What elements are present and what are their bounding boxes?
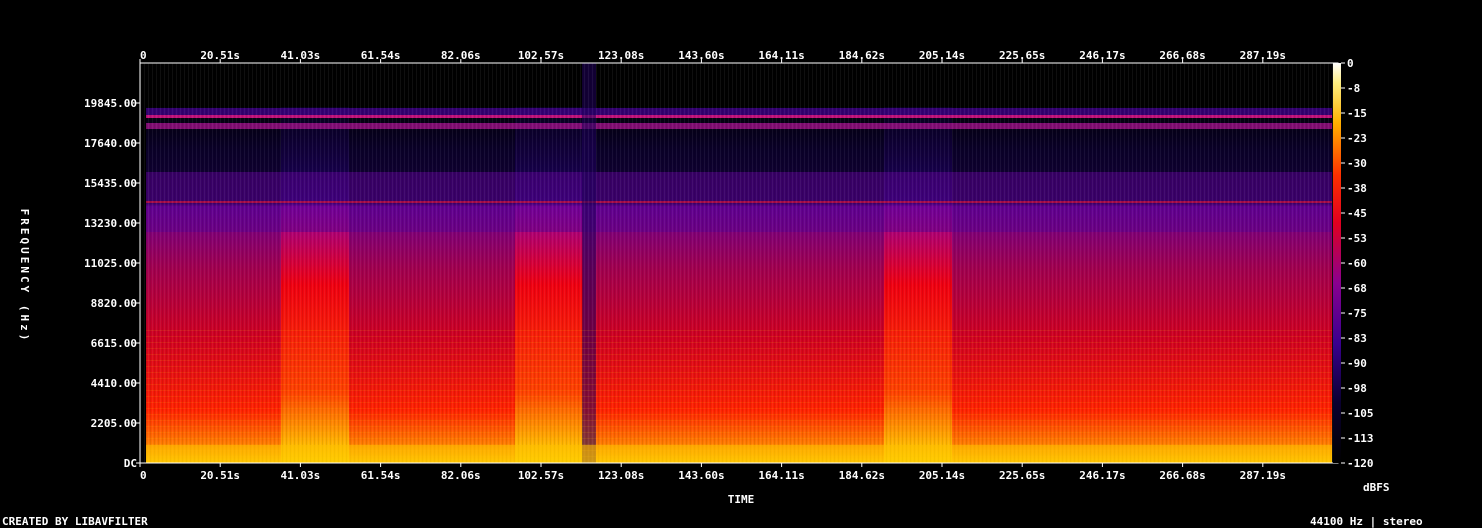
x-top-tick-label: 266.68s	[1159, 49, 1205, 62]
y-tick-label: 2205.00	[91, 417, 137, 430]
y-axis: DC 2205.00 4410.00 6615.00 8820.00 11025.00 13…	[84, 97, 140, 470]
colorbar: 0 -8 -15 -23 -30 -38 -45 -53 -60 -68 -75 -83 -90 -98 -…	[1333, 57, 1374, 470]
credit-text: CREATED BY LIBAVFILTER	[2, 515, 148, 528]
colorbar-tick-label: -8	[1347, 82, 1360, 95]
x-top-tick-label: 41.03s	[281, 49, 321, 62]
colorbar-tick-label: 0	[1347, 57, 1354, 70]
x-bottom-tick-label: 246.17s	[1079, 469, 1125, 482]
x-top-tick-label: 143.60s	[678, 49, 724, 62]
x-bottom-tick-label: 164.11s	[758, 469, 804, 482]
x-top-tick-label: 123.08s	[598, 49, 644, 62]
x-bottom-tick-label: 123.08s	[598, 469, 644, 482]
y-tick-label: 6615.00	[91, 337, 137, 350]
x-axis-label: TIME	[728, 493, 755, 506]
sample-info-text: 44100 Hz | stereo	[1310, 515, 1423, 528]
colorbar-tick-label: -15	[1347, 107, 1367, 120]
colorbar-tick-label: -53	[1347, 232, 1367, 245]
x-top-tick-label: 82.06s	[441, 49, 481, 62]
x-bottom-tick-label: 61.54s	[361, 469, 401, 482]
x-bottom-tick-label: 266.68s	[1159, 469, 1205, 482]
x-top-tick-label: 102.57s	[518, 49, 564, 62]
y-tick-label: 13230.00	[84, 217, 137, 230]
y-tick-label: 19845.00	[84, 97, 137, 110]
colorbar-tick-label: -45	[1347, 207, 1367, 220]
y-tick-label: 4410.00	[91, 377, 137, 390]
x-bottom-tick-label: 0	[140, 469, 147, 482]
colorbar-tick-label: -75	[1347, 307, 1367, 320]
x-top-tick-label: 184.62s	[839, 49, 885, 62]
colorbar-tick-label: -30	[1347, 157, 1367, 170]
colorbar-tick-label: -90	[1347, 357, 1367, 370]
x-bottom-tick-label: 287.19s	[1240, 469, 1286, 482]
y-tick-label: 8820.00	[91, 297, 137, 310]
x-bottom-tick-label: 184.62s	[839, 469, 885, 482]
y-tick-label: 17640.00	[84, 137, 137, 150]
x-axis-bottom: 0 20.51s 41.03s 61.54s 82.06s 102.57s 123.08s 1…	[139, 463, 1286, 482]
colorbar-tick-label: -83	[1347, 332, 1367, 345]
colorbar-tick-label: -98	[1347, 382, 1367, 395]
y-tick-label: 11025.00	[84, 257, 137, 270]
y-axis-label: FREQUENCY (Hz)	[18, 209, 31, 344]
colorbar-tick-label: -23	[1347, 132, 1367, 145]
colorbar-gradient	[1333, 63, 1341, 463]
x-bottom-tick-label: 41.03s	[281, 469, 321, 482]
y-tick-label: 15435.00	[84, 177, 137, 190]
colorbar-tick-label: -38	[1347, 182, 1367, 195]
colorbar-tick-label: -120	[1347, 457, 1374, 470]
x-bottom-tick-label: 205.14s	[919, 469, 965, 482]
x-top-tick-label: 225.65s	[999, 49, 1045, 62]
spectrogram-chart: 0 20.51s 41.03s 61.54s 82.06s 102.57s 123.08s 1…	[18, 49, 1390, 506]
x-top-tick-label: 20.51s	[200, 49, 240, 62]
x-bottom-tick-label: 20.51s	[200, 469, 240, 482]
colorbar-label: dBFS	[1363, 481, 1390, 494]
x-top-tick-label: 61.54s	[361, 49, 401, 62]
x-top-tick-label: 164.11s	[758, 49, 804, 62]
colorbar-tick-label: -60	[1347, 257, 1367, 270]
colorbar-tick-label: -113	[1347, 432, 1374, 445]
colorbar-tick-label: -105	[1347, 407, 1374, 420]
x-top-tick-label: 287.19s	[1240, 49, 1286, 62]
colorbar-tick-label: -68	[1347, 282, 1367, 295]
x-axis-top: 0 20.51s 41.03s 61.54s 82.06s 102.57s 123.08s 1…	[139, 49, 1286, 63]
y-tick-label: DC	[124, 457, 137, 470]
x-bottom-tick-label: 143.60s	[678, 469, 724, 482]
x-top-tick-label: 0	[140, 49, 147, 62]
x-bottom-tick-label: 82.06s	[441, 469, 481, 482]
x-bottom-tick-label: 102.57s	[518, 469, 564, 482]
spectrogram-plot	[139, 62, 1339, 464]
x-top-tick-label: 246.17s	[1079, 49, 1125, 62]
x-top-tick-label: 205.14s	[919, 49, 965, 62]
x-bottom-tick-label: 225.65s	[999, 469, 1045, 482]
